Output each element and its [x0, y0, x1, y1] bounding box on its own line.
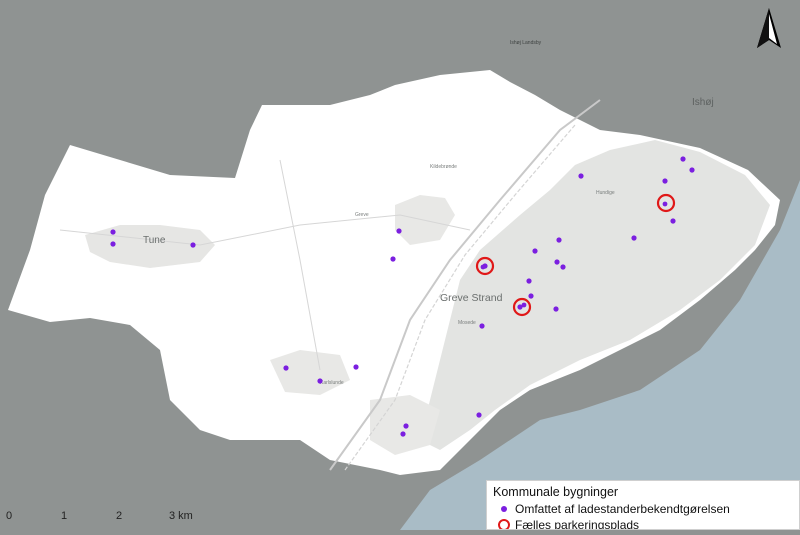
building-marker[interactable] — [476, 412, 482, 418]
map-canvas[interactable]: Tune Greve Greve Strand Hundige Ishøj Is… — [0, 0, 800, 530]
place-label-mosede: Mosede — [458, 320, 476, 326]
building-marker[interactable] — [396, 228, 402, 234]
building-marker[interactable] — [110, 229, 116, 235]
building-marker[interactable] — [528, 293, 534, 299]
place-label-karlslunde: Karlslunde — [320, 380, 344, 386]
scale-bar: 0 1 2 3 km — [2, 510, 212, 530]
place-label-greve-strand: Greve Strand — [440, 292, 503, 304]
place-label-ishoj-landsby: Ishøj Landsby — [510, 40, 542, 46]
scale-tick-2: 2 — [116, 510, 123, 522]
building-marker[interactable] — [532, 248, 538, 254]
building-marker[interactable] — [553, 306, 559, 312]
building-marker[interactable] — [662, 178, 668, 184]
building-marker[interactable] — [390, 256, 396, 262]
building-marker[interactable] — [680, 156, 686, 162]
place-label-hundige: Hundige — [596, 190, 615, 196]
legend-item-buildings: Omfattet af ladestanderbekendtgørelsen — [493, 501, 793, 517]
building-marker[interactable] — [283, 365, 289, 371]
legend-item-parking: Fælles parkeringsplads — [493, 517, 793, 530]
building-marker — [521, 302, 527, 308]
building-marker — [662, 201, 668, 207]
building-marker[interactable] — [560, 264, 566, 270]
building-marker[interactable] — [353, 364, 359, 370]
scale-tick-1: 1 — [61, 510, 68, 522]
legend-title: Kommunale bygninger — [493, 485, 619, 499]
scale-tick-3: 3 km — [169, 510, 193, 522]
building-marker[interactable] — [403, 423, 409, 429]
scale-tick-0: 0 — [6, 510, 13, 522]
building-marker — [480, 264, 486, 270]
map-svg: Tune Greve Greve Strand Hundige Ishøj Is… — [8, 40, 800, 530]
place-label-kildebronde: Kildebrønde — [430, 164, 457, 170]
building-marker[interactable] — [554, 259, 560, 265]
legend-item-label: Omfattet af ladestanderbekendtgørelsen — [515, 502, 730, 516]
legend-item-label: Fælles parkeringsplads — [515, 518, 640, 530]
place-label-ishoj: Ishøj — [692, 97, 714, 108]
building-marker[interactable] — [400, 431, 406, 437]
north-arrow — [745, 2, 793, 54]
red-ring-icon — [498, 519, 510, 529]
purple-dot-icon — [501, 506, 507, 512]
building-marker[interactable] — [670, 218, 676, 224]
place-label-greve: Greve — [355, 212, 369, 218]
building-marker[interactable] — [556, 237, 562, 243]
building-marker[interactable] — [631, 235, 637, 241]
building-marker[interactable] — [479, 323, 485, 329]
north-arrow-icon — [757, 8, 781, 48]
place-label-tune: Tune — [143, 235, 166, 246]
building-marker[interactable] — [110, 241, 116, 247]
building-marker[interactable] — [689, 167, 695, 173]
building-marker[interactable] — [526, 278, 532, 284]
building-marker[interactable] — [578, 173, 584, 179]
map-legend: Kommunale bygninger Omfattet af ladestan… — [486, 480, 800, 530]
building-marker[interactable] — [317, 378, 323, 384]
building-marker[interactable] — [190, 242, 196, 248]
